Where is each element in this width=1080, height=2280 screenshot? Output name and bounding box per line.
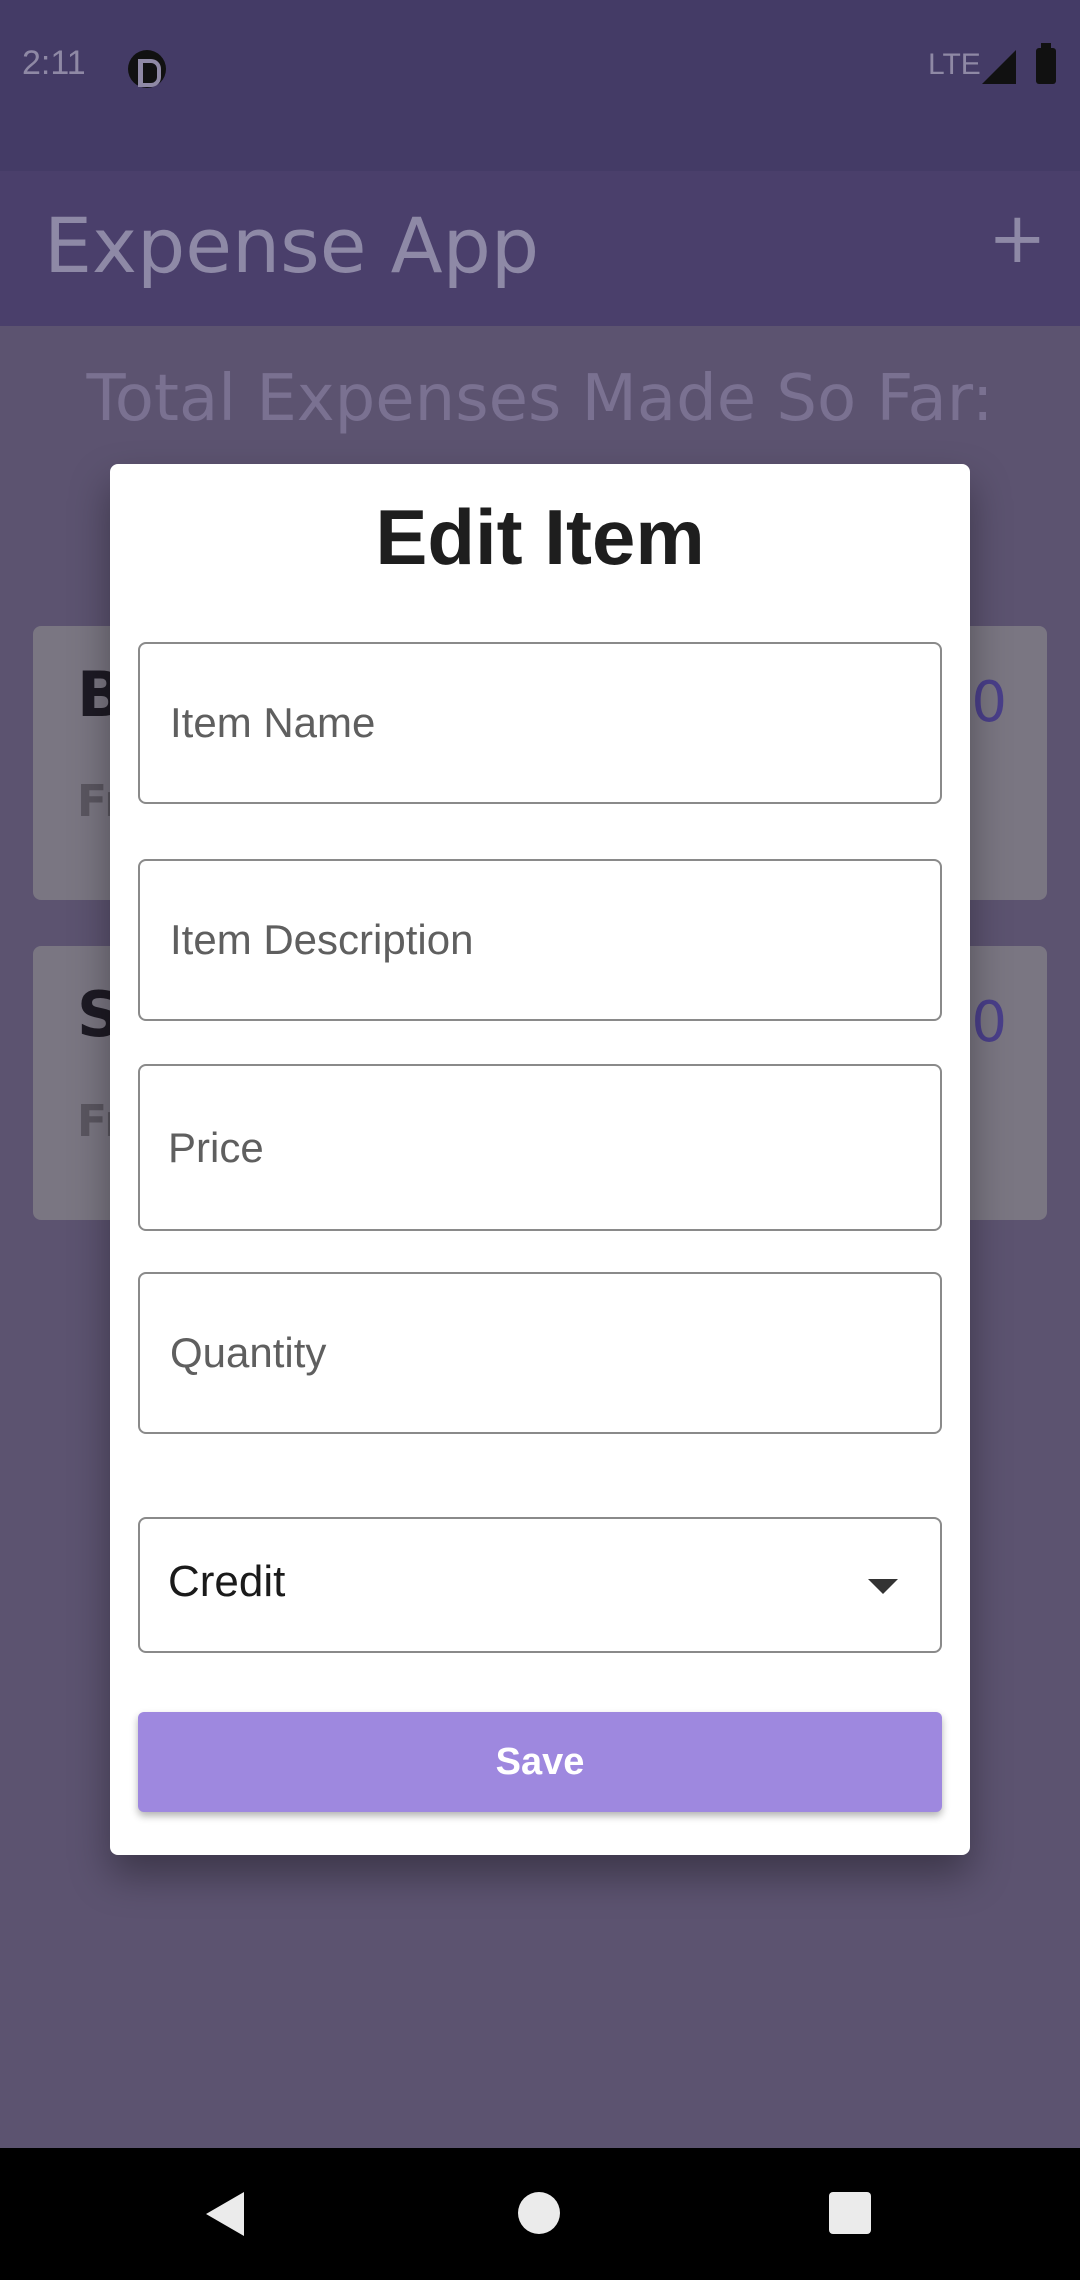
total-expenses-label: Total Expenses Made So Far:	[86, 362, 994, 436]
app-bar: Expense App +	[0, 171, 1080, 326]
signal-icon	[982, 50, 1016, 84]
payment-type-value: Credit	[168, 1557, 286, 1606]
price-input[interactable]	[140, 1066, 940, 1229]
status-bar: 2:11 LTE	[0, 0, 1080, 171]
item-description-field	[138, 859, 942, 1021]
quantity-input[interactable]	[140, 1274, 940, 1432]
app-title: Expense App	[44, 201, 540, 290]
price-field	[138, 1064, 942, 1231]
app-notification-icon	[128, 50, 166, 88]
save-button[interactable]: Save	[138, 1712, 942, 1812]
recents-icon[interactable]	[829, 2192, 871, 2234]
edit-item-dialog: Edit Item Credit Save	[110, 464, 970, 1855]
back-icon[interactable]	[206, 2192, 244, 2236]
quantity-field	[138, 1272, 942, 1434]
item-description-input[interactable]	[140, 861, 940, 1019]
home-icon[interactable]	[518, 2192, 560, 2234]
add-item-button[interactable]: +	[988, 197, 1047, 279]
expense-card-amount: 0	[971, 990, 1007, 1055]
item-name-input[interactable]	[140, 644, 940, 802]
status-time: 2:11	[22, 44, 86, 82]
dropdown-arrow-icon	[868, 1579, 898, 1594]
network-type: LTE	[928, 48, 981, 81]
item-name-field	[138, 642, 942, 804]
dialog-title: Edit Item	[375, 493, 705, 581]
battery-icon	[1036, 43, 1056, 84]
navigation-bar	[0, 2148, 1080, 2280]
payment-type-dropdown[interactable]: Credit	[138, 1517, 942, 1653]
expense-card-amount: 0	[971, 670, 1007, 735]
